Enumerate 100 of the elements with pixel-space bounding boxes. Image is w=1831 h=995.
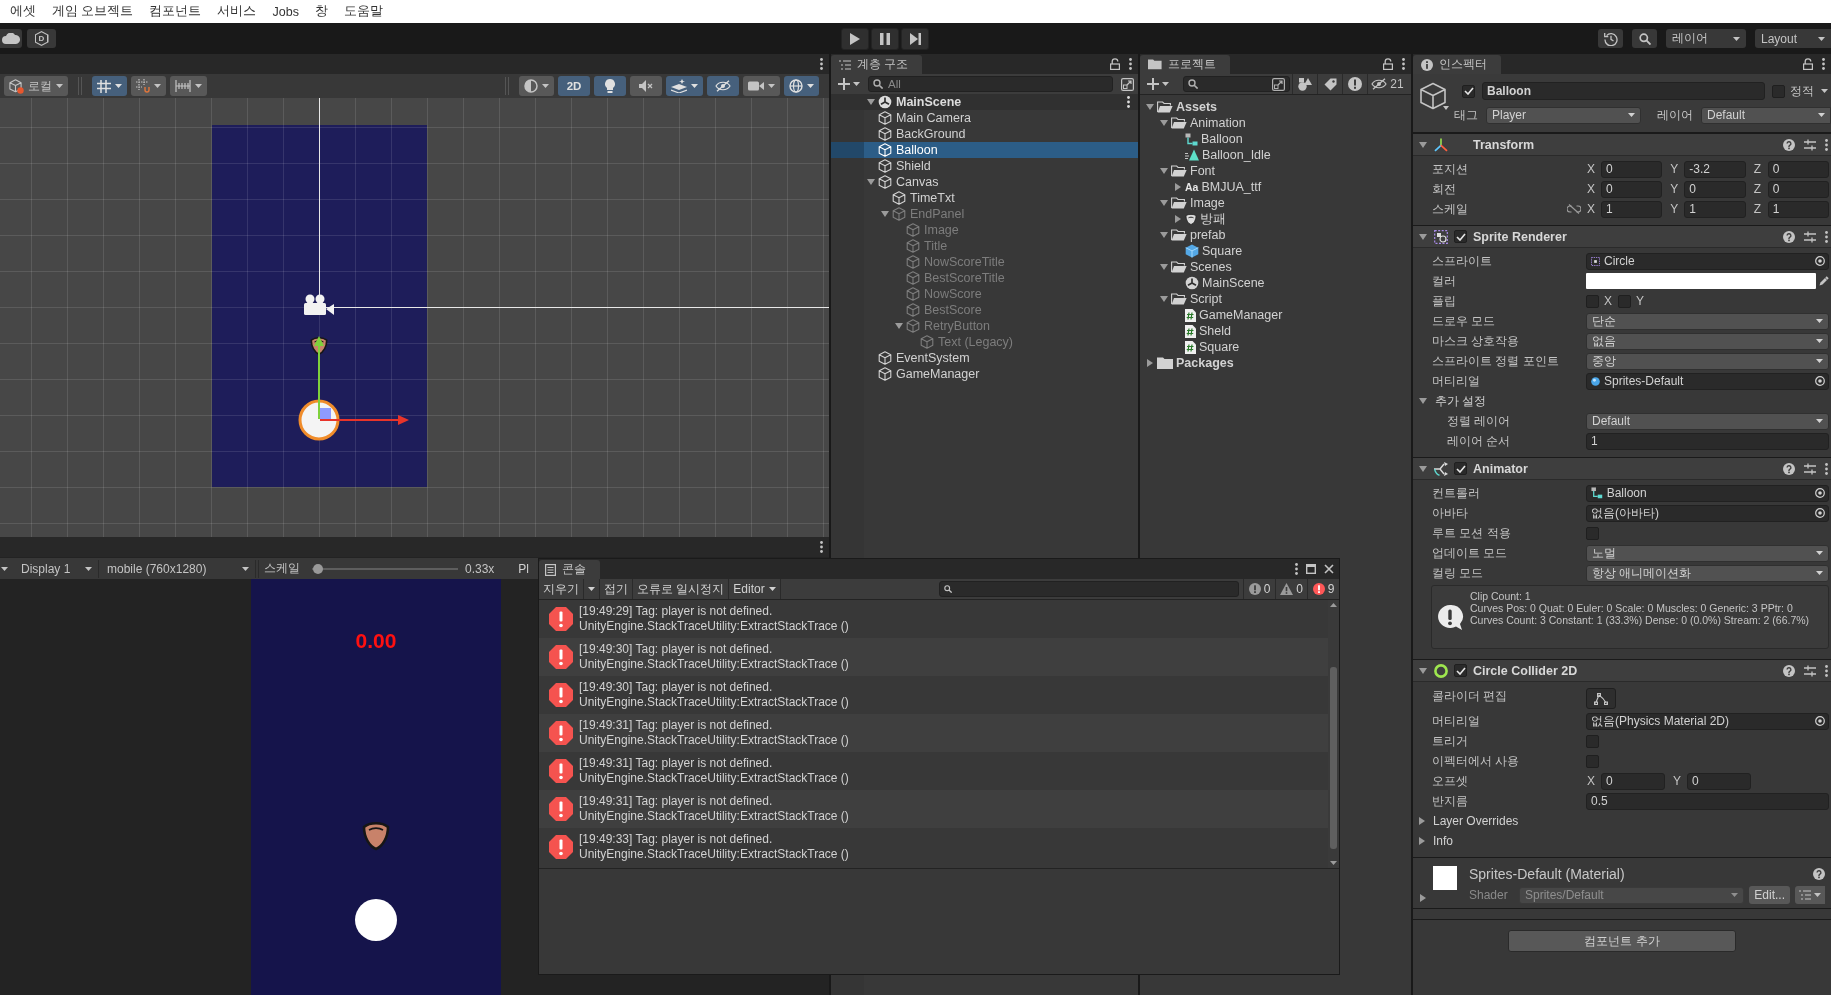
color-field[interactable] [1586,273,1816,289]
broken-link-icon[interactable] [1567,204,1581,214]
project-item[interactable]: prefab [1140,227,1411,243]
search-field[interactable]: All [868,76,1113,92]
caret-down-icon[interactable] [1160,296,1168,302]
menu-item[interactable]: Jobs [264,4,307,19]
log-entry[interactable]: [19:49:31] Tag: player is not defined. UnityEngine.StackTraceUtility:ExtractStackTrace () [539,790,1328,828]
dropdown[interactable]: 중앙 [1586,352,1829,370]
object-field[interactable]: 없음(Physics Material 2D) [1586,712,1829,730]
warning-count-button[interactable]: 0 [1275,579,1307,599]
number-field[interactable]: 0 [1601,160,1663,178]
project-item[interactable]: Packages [1140,355,1411,371]
project-item[interactable]: Balloon [1140,131,1411,147]
log-entry[interactable]: [19:49:31] Tag: player is not defined. UnityEngine.StackTraceUtility:ExtractStackTrace () [539,714,1328,752]
maximize-icon[interactable] [1306,564,1316,574]
project-item[interactable]: 방패 [1140,211,1411,227]
clear-button[interactable]: 지우기 [539,579,584,599]
edit-collider-button[interactable] [1586,688,1616,709]
number-field[interactable]: 1 [1601,200,1663,218]
caret-down-icon[interactable] [1,566,8,571]
scrollbar-thumb[interactable] [1330,667,1337,849]
caret-down-icon[interactable] [881,211,889,217]
target-icon[interactable] [1815,256,1825,266]
pivot-dropdown[interactable]: 로컬 [4,76,68,96]
edit-button[interactable]: Edit... [1749,886,1790,904]
resolution-dropdown[interactable]: mobile (760x1280) [99,559,256,578]
error-pause-button[interactable]: 오류로 일시정지 [633,579,730,599]
component-header[interactable]: Transform [1413,134,1831,156]
caret-down-icon[interactable] [1160,200,1168,206]
pause-button[interactable] [871,27,899,50]
caret-down-icon[interactable] [1419,667,1427,674]
caret-down-icon[interactable] [895,323,903,329]
camera-icon[interactable] [304,294,334,315]
search-field[interactable] [939,581,1239,597]
sliders-icon[interactable] [1804,462,1816,475]
account-button[interactable]: D [27,29,56,48]
cube-icon[interactable] [1419,82,1449,112]
number-field[interactable]: 1 [1767,200,1829,218]
number-field[interactable]: 1 [1684,200,1746,218]
component-header[interactable]: Animator [1413,458,1831,480]
more-icon[interactable] [1825,230,1828,243]
project-item[interactable]: Image [1140,195,1411,211]
add-button[interactable] [838,78,860,90]
object-field[interactable]: Circle [1586,252,1829,270]
checkbox[interactable] [1772,84,1785,98]
caret-down-icon[interactable] [1419,233,1427,240]
project-item[interactable]: Balloon_Idle [1140,147,1411,163]
more-icon[interactable] [820,58,823,70]
caret-right-icon[interactable] [1147,359,1153,367]
caret-down-icon[interactable] [1160,232,1168,238]
checkbox[interactable] [1586,754,1599,768]
caret-down-icon[interactable] [1146,104,1154,110]
caret-down-icon[interactable] [867,99,875,105]
add-component-button[interactable]: 컴포넌트 추가 [1508,930,1736,952]
project-item[interactable]: Font [1140,163,1411,179]
menu-item[interactable]: 에셋 [2,3,44,20]
caret-right-icon[interactable] [1419,817,1425,825]
more-icon[interactable] [1129,58,1132,70]
console-tab[interactable]: 콘솔 [539,560,600,579]
caret-right-icon[interactable] [1420,894,1426,902]
background-sprite[interactable] [212,125,427,487]
object-field[interactable]: 없음(아바타) [1586,504,1829,522]
scene-row[interactable]: MainScene [831,94,1138,110]
checkbox[interactable] [1454,230,1467,243]
name-field[interactable]: Balloon [1482,82,1765,100]
audio-toggle-button[interactable] [630,76,662,96]
caret-down-icon[interactable] [1419,141,1427,148]
grid-snap-button[interactable] [92,76,127,96]
number-field[interactable]: 0 [1767,180,1829,198]
search-window-button[interactable] [1121,77,1134,91]
caret-right-icon[interactable] [1419,837,1425,845]
hierarchy-item[interactable]: GameManager [831,366,1138,382]
lighting-toggle-button[interactable] [594,76,626,96]
project-item[interactable]: Assets [1140,99,1411,115]
more-icon[interactable] [1825,462,1828,475]
project-item[interactable]: Square [1140,243,1411,259]
sliders-icon[interactable] [1804,664,1816,677]
dropdown[interactable]: 항상 애니메이션화 [1586,564,1829,582]
project-tab[interactable]: 프로젝트 [1140,55,1230,74]
checkbox[interactable] [1618,294,1631,308]
checkbox[interactable] [1586,526,1599,540]
more-icon[interactable] [1295,563,1298,575]
checkbox[interactable] [1586,294,1599,308]
object-field[interactable]: Sprites-Default [1586,372,1829,390]
toolbar-dropdown[interactable]: Pl [518,561,530,576]
ball-sprite[interactable] [298,399,340,441]
caret-down-icon[interactable] [1419,398,1427,404]
more-icon[interactable] [1825,664,1828,677]
lock-icon[interactable] [1110,58,1120,70]
search-field[interactable] [1183,76,1290,92]
number-field[interactable]: 0 [1767,160,1829,178]
project-item[interactable]: Animation [1140,115,1411,131]
list-menu-button[interactable] [1795,886,1825,904]
view-2d-button[interactable]: 2D [558,76,590,96]
collapse-button[interactable]: 접기 [600,579,633,599]
menu-item[interactable]: 창 [306,3,336,20]
caret-down-icon[interactable] [1160,120,1168,126]
project-item[interactable]: GameManager [1140,307,1411,323]
step-button[interactable] [901,27,929,50]
object-field[interactable]: Balloon [1586,484,1829,502]
